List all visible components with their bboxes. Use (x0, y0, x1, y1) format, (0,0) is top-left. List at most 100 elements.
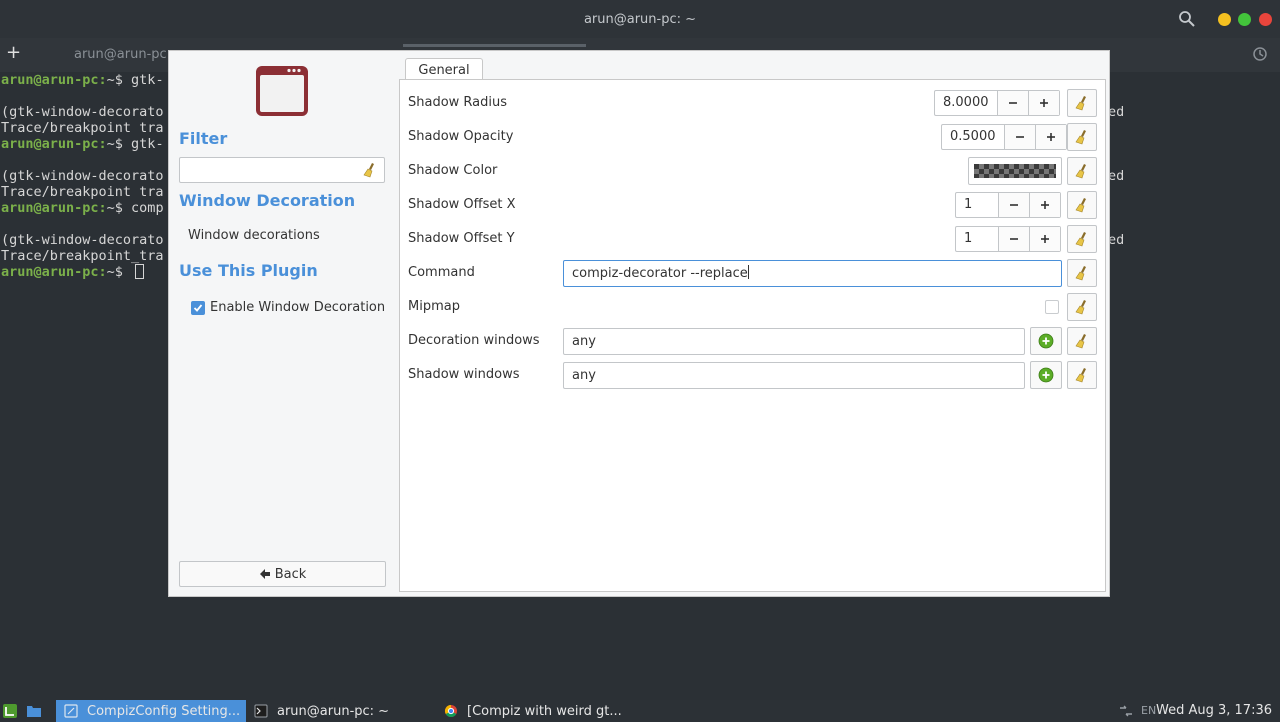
plugin-heading: Use This Plugin (179, 261, 318, 280)
terminal-line: arun@arun-pc:~$ gtk- (1, 72, 164, 88)
reset-brush-icon (1075, 334, 1086, 349)
minus-icon (1010, 204, 1018, 206)
history-icon[interactable] (1252, 46, 1268, 62)
setting-decoration-windows: Decoration windows any (400, 324, 1105, 358)
setting-label: Command (408, 265, 475, 280)
search-icon[interactable] (1178, 10, 1196, 28)
checkmark-icon (193, 303, 203, 312)
reset-brush-icon (1075, 96, 1086, 111)
terminal-line-fragment: ed (1108, 104, 1125, 120)
terminal-title: arun@arun-pc: ~ (583, 11, 697, 27)
sidebar: Filter Window Decoration Window decorati… (169, 51, 399, 596)
reset-button[interactable] (1067, 225, 1097, 253)
decrement-button[interactable] (998, 227, 1029, 251)
mipmap-checkbox[interactable] (1045, 300, 1059, 314)
shadow-offset-x-spinner[interactable]: 1 (955, 192, 1061, 218)
terminal-line: Trace/breakpoint tra (1, 120, 164, 136)
keyboard-layout-indicator[interactable]: EN (1141, 704, 1156, 717)
terminal-tab[interactable]: arun@arun-pc: (74, 47, 171, 62)
compiz-icon (64, 704, 78, 718)
setting-label: Shadow windows (408, 367, 520, 382)
setting-label: Shadow Color (408, 163, 498, 178)
setting-mipmap: Mipmap (400, 290, 1105, 324)
edit-match-button[interactable] (1030, 327, 1062, 355)
decoration-windows-input[interactable]: any (563, 328, 1025, 355)
clock[interactable]: Wed Aug 3, 17:36 (1156, 703, 1272, 718)
reset-button[interactable] (1067, 123, 1097, 151)
network-icon[interactable] (1118, 704, 1134, 718)
terminal-titlebar: arun@arun-pc: ~ (0, 0, 1280, 38)
clear-brush-icon[interactable] (362, 162, 378, 178)
decrement-button[interactable] (996, 91, 1028, 115)
shadow-windows-value: any (572, 368, 596, 383)
reset-button[interactable] (1067, 361, 1097, 389)
enable-checkbox[interactable] (191, 300, 205, 315)
spinner-value[interactable]: 8.0000 (935, 91, 997, 115)
edit-match-button[interactable] (1030, 361, 1062, 389)
decrement-button[interactable] (1003, 125, 1035, 149)
decrement-button[interactable] (998, 193, 1029, 217)
taskbar-item-compizconfig[interactable]: CompizConfig Setting... (56, 700, 246, 722)
back-label: Back (274, 566, 307, 582)
enable-plugin-row[interactable]: Enable Window Decoration (191, 300, 385, 315)
arrow-left-icon (259, 569, 270, 579)
plus-icon (1046, 133, 1055, 141)
folder-icon[interactable] (26, 704, 42, 718)
increment-button[interactable] (1029, 227, 1060, 251)
terminal-line: (gtk-window-decorato (1, 168, 164, 184)
setting-label: Shadow Opacity (408, 129, 514, 144)
new-tab-plus-icon[interactable]: + (6, 42, 22, 64)
terminal-line: Trace/breakpoint tra (1, 184, 164, 200)
increment-button[interactable] (1029, 193, 1060, 217)
terminal-icon (254, 704, 268, 718)
shadow-opacity-spinner[interactable]: 0.5000 (941, 124, 1067, 150)
spinner-value[interactable]: 1 (956, 227, 998, 251)
taskbar-item-chrome[interactable]: [Compiz with weird gt... (444, 700, 622, 722)
shadow-windows-input[interactable]: any (563, 362, 1025, 389)
reset-button[interactable] (1067, 293, 1097, 321)
terminal-line: (gtk-window-decorato (1, 104, 164, 120)
reset-brush-icon (1075, 198, 1086, 213)
reset-button[interactable] (1067, 327, 1097, 355)
setting-label: Shadow Offset Y (408, 231, 515, 246)
sidebar-item-window-decorations[interactable]: Window decorations (188, 228, 320, 243)
maximize-button[interactable] (1238, 13, 1251, 26)
terminal-line-fragment: ed (1108, 168, 1125, 184)
setting-label: Shadow Offset X (408, 197, 516, 212)
shadow-offset-y-spinner[interactable]: 1 (955, 226, 1061, 252)
compizconfig-dialog: Filter Window Decoration Window decorati… (168, 50, 1110, 597)
settings-panel: Shadow Radius 8.0000 Shadow Opacity 0.50… (399, 79, 1106, 592)
spinner-value[interactable]: 1 (956, 193, 998, 217)
add-icon (1038, 333, 1054, 349)
increment-button[interactable] (1027, 91, 1059, 115)
app-menu-icon[interactable] (2, 703, 18, 719)
spinner-value[interactable]: 0.5000 (942, 125, 1004, 149)
filter-input[interactable] (179, 157, 385, 183)
add-icon (1038, 367, 1054, 383)
reset-brush-icon (1075, 300, 1086, 315)
setting-shadow-offset-y: Shadow Offset Y 1 (400, 222, 1105, 256)
setting-label: Shadow Radius (408, 95, 508, 110)
back-button[interactable]: Back (179, 561, 386, 587)
reset-button[interactable] (1067, 89, 1097, 117)
reset-button[interactable] (1067, 259, 1097, 287)
shadow-color-button[interactable] (968, 157, 1062, 185)
taskbar-item-terminal[interactable]: arun@arun-pc: ~ (254, 700, 389, 722)
setting-shadow-opacity: Shadow Opacity 0.5000 (400, 120, 1105, 154)
plus-icon (1041, 201, 1049, 209)
increment-button[interactable] (1034, 125, 1066, 149)
reset-button[interactable] (1067, 191, 1097, 219)
command-input[interactable]: compiz-decorator --replace (563, 260, 1062, 287)
reset-button[interactable] (1067, 157, 1097, 185)
setting-shadow-radius: Shadow Radius 8.0000 (400, 86, 1105, 120)
reset-brush-icon (1075, 164, 1086, 179)
setting-label: Mipmap (408, 299, 460, 314)
window-decoration-plugin-icon (256, 66, 308, 116)
filter-heading: Filter (179, 129, 228, 148)
minimize-button[interactable] (1218, 13, 1231, 26)
plus-icon (1039, 99, 1048, 107)
close-button[interactable] (1259, 13, 1272, 26)
task-label: CompizConfig Setting... (87, 703, 241, 719)
shadow-radius-spinner[interactable]: 8.0000 (934, 90, 1060, 116)
tab-general[interactable]: General (405, 58, 483, 81)
